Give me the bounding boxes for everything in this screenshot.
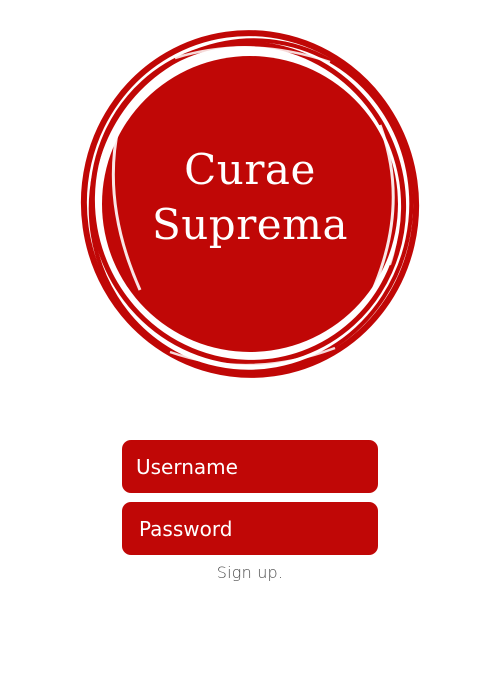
password-field[interactable]: Password [122,502,378,555]
brand-name: Curae Suprema [80,22,420,372]
brand-name-line-1: Curae [184,145,316,194]
brand-name-line-2: Suprema [151,200,348,249]
username-field[interactable]: Username [122,440,378,493]
password-label: Password [139,516,233,541]
sign-up-link[interactable]: Sign up. [0,563,500,582]
username-label: Username [136,454,238,479]
brand-logo: Curae Suprema [80,30,420,380]
